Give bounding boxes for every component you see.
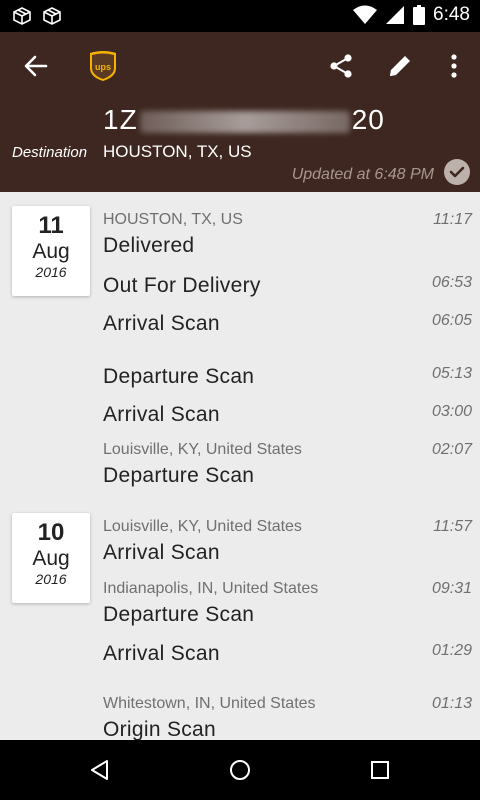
event-status: Arrival Scan (103, 642, 220, 665)
timeline-event: Arrival Scan 06:05 (103, 312, 472, 336)
event-time: 11:17 (433, 211, 472, 228)
destination-value: HOUSTON, TX, US (103, 142, 252, 161)
date-day: 11 (38, 212, 64, 239)
redacted-tracking-digits (139, 110, 350, 133)
event-location: Whitestown, IN, United States (103, 695, 316, 712)
date-month: Aug (32, 240, 70, 263)
date-card: 11 Aug 2016 (12, 206, 90, 296)
timeline-event: Louisville, KY, United States Departure … (103, 441, 472, 488)
event-status: Arrival Scan (103, 403, 220, 426)
timeline-event: Out For Delivery 06:53 (103, 274, 472, 298)
tracking-header: ups 1Z 20 Destination HOUSTON, TX, US Upd… (0, 32, 480, 192)
event-location: Indianapolis, IN, United States (103, 580, 319, 597)
nav-back-icon[interactable] (88, 758, 112, 782)
timeline-event: HOUSTON, TX, US Delivered 11:17 (103, 211, 472, 258)
date-year: 2016 (35, 264, 67, 280)
event-location: Louisville, KY, United States (103, 518, 302, 535)
event-location: Louisville, KY, United States (103, 441, 302, 458)
event-location: HOUSTON, TX, US (103, 211, 243, 228)
timeline-event: Departure Scan 05:13 (103, 365, 472, 389)
event-time: 09:31 (431, 580, 472, 597)
event-time: 03:00 (431, 403, 472, 420)
event-status: Arrival Scan (103, 312, 220, 335)
back-arrow-icon[interactable] (22, 52, 50, 80)
svg-text:ups: ups (95, 62, 111, 72)
event-status: Origin Scan (103, 718, 217, 740)
ups-logo-icon: ups (90, 51, 116, 81)
refresh-status-check[interactable] (444, 159, 470, 185)
battery-icon (413, 5, 426, 25)
destination-label: Destination (12, 144, 88, 161)
event-time: 01:29 (431, 642, 472, 659)
updated-timestamp: Updated at 6:48 PM (291, 166, 434, 183)
event-time: 01:13 (431, 695, 472, 712)
date-card: 10 Aug 2016 (12, 513, 90, 603)
event-status: Out For Delivery (103, 274, 261, 297)
tracking-timeline[interactable]: 11 Aug 2016 10 Aug 2016 HOUSTON, TX, US … (0, 192, 480, 740)
event-time: 05:13 (431, 365, 472, 382)
date-day: 10 (37, 519, 65, 546)
event-status: Delivered (103, 234, 195, 257)
event-status: Departure Scan (103, 365, 255, 388)
event-status: Arrival Scan (103, 541, 220, 564)
tracking-number-prefix: 1Z (103, 104, 138, 135)
nav-home-icon[interactable] (228, 758, 252, 782)
timeline-event: Arrival Scan 03:00 (103, 403, 472, 427)
tracking-number-suffix: 20 (351, 104, 385, 135)
checkmark-icon (449, 166, 465, 178)
event-time: 02:07 (431, 441, 472, 458)
system-navigation-bar (0, 740, 480, 800)
package-notification-icon (43, 7, 61, 25)
timeline-event: Whitestown, IN, United States Origin Sca… (103, 695, 472, 740)
event-time: 06:05 (431, 312, 472, 329)
event-status: Departure Scan (103, 603, 255, 626)
nav-recents-icon[interactable] (368, 758, 392, 782)
wifi-icon (353, 5, 378, 24)
cell-signal-icon (386, 6, 405, 24)
tracking-number: 1Z 20 (103, 104, 385, 136)
timeline-event: Louisville, KY, United States Arrival Sc… (103, 518, 472, 565)
more-options-icon[interactable] (440, 52, 468, 80)
event-time: 11:57 (433, 518, 472, 535)
event-time: 06:53 (431, 274, 472, 291)
clock: 6:48 (433, 4, 470, 25)
status-bar: 6:48 (0, 0, 480, 32)
timeline-event: Indianapolis, IN, United States Departur… (103, 580, 472, 627)
timeline-event: Arrival Scan 01:29 (103, 642, 472, 666)
share-icon[interactable] (327, 52, 355, 80)
package-notification-icon (13, 7, 31, 25)
date-month: Aug (32, 547, 70, 570)
date-year: 2016 (35, 571, 67, 587)
event-status: Departure Scan (103, 464, 255, 487)
edit-pencil-icon[interactable] (386, 52, 414, 80)
